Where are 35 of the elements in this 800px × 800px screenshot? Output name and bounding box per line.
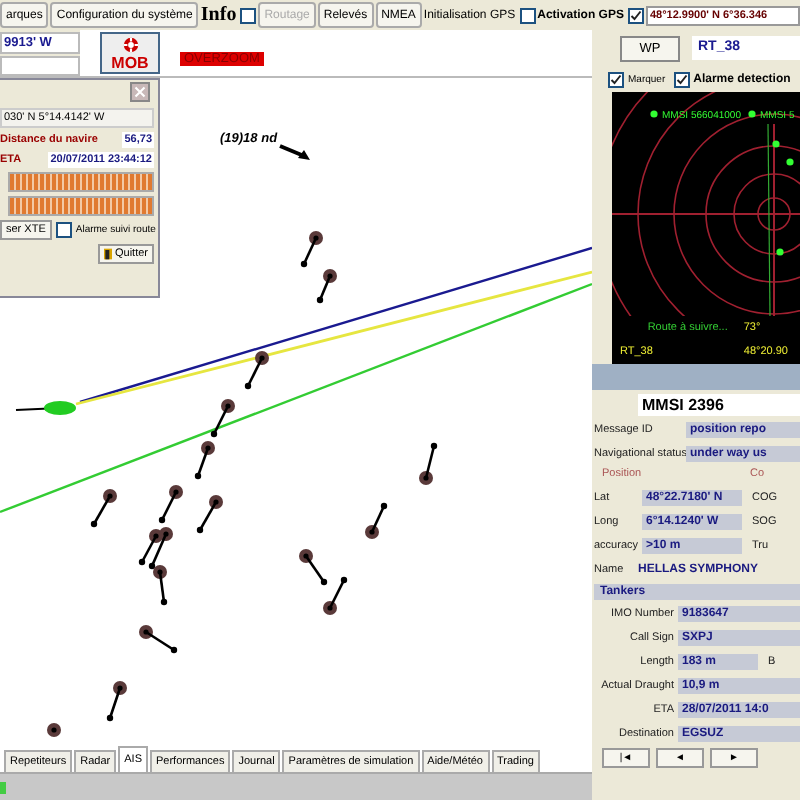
target-dot-icon: [772, 140, 780, 148]
vessel-target-icon: [365, 502, 388, 539]
checkbox[interactable]: [519, 7, 536, 23]
vessel-target-icon: [139, 625, 178, 654]
target-dot-icon: [650, 110, 658, 118]
ship-icon: [15, 401, 76, 415]
checkbox[interactable]: [55, 222, 72, 238]
status-icon: [0, 782, 6, 794]
vessel-target-icon: [158, 485, 183, 524]
target-dot-icon: [786, 158, 794, 166]
vessel-target-icon: [244, 351, 269, 390]
vessel-target-icon: [323, 576, 348, 615]
vessel-target-icon: [106, 681, 127, 722]
lifebuoy-icon: [121, 35, 139, 53]
checkbox[interactable]: [673, 71, 690, 87]
vessel-target-icon: [47, 723, 61, 737]
mmsi-field: MMSI 2396: [638, 394, 800, 416]
target-dot-icon: [776, 248, 784, 256]
vessel-target-icon: [196, 495, 223, 534]
checkbox[interactable]: [240, 7, 257, 23]
target-dot-icon: [748, 110, 756, 118]
checkbox[interactable]: [608, 71, 624, 87]
vessel-target-icon: [299, 549, 328, 586]
checkbox[interactable]: [627, 7, 644, 23]
vessel-target-icon: [194, 441, 215, 480]
door-icon: [104, 248, 113, 260]
speed-arrow-icon: [279, 144, 310, 160]
vessel-target-icon: [316, 269, 337, 304]
vessel-target-icon: [419, 442, 438, 485]
checkbox-label: Info: [200, 4, 237, 26]
mob-button[interactable]: MOB: [100, 32, 160, 74]
vessel-target-icon: [210, 399, 235, 438]
close-button[interactable]: [130, 82, 150, 102]
vessel-target-icon: [90, 489, 117, 528]
vessel-target-icon: [300, 231, 323, 268]
